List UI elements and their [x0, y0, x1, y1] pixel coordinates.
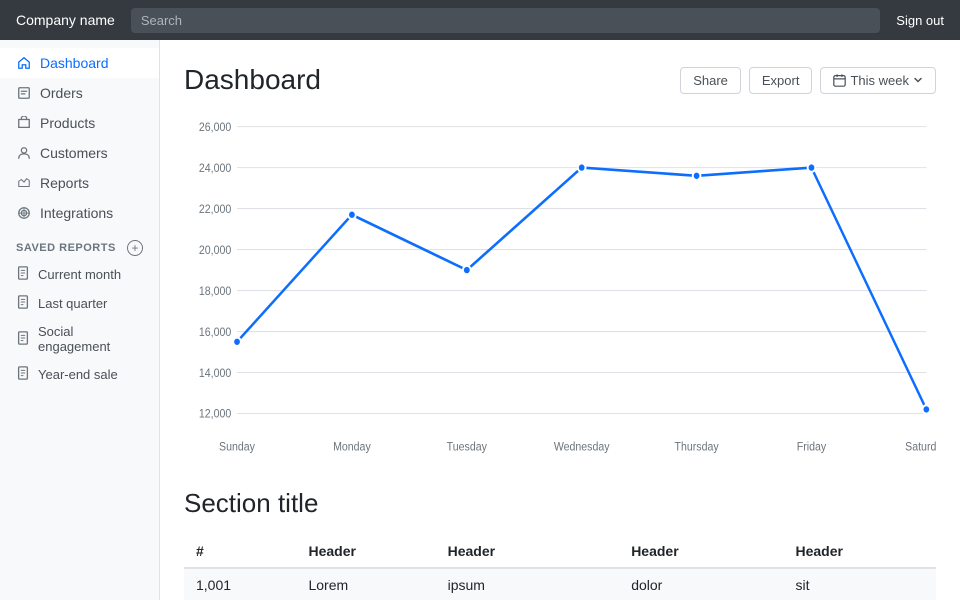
svg-text:Monday: Monday: [333, 441, 371, 454]
sidebar-item-products[interactable]: Products: [0, 108, 159, 138]
saved-report-label: Social engagement: [38, 324, 143, 354]
saved-reports-header: SAVED REPORTS +: [0, 228, 159, 260]
saved-report-current-month[interactable]: Current month: [0, 260, 159, 289]
saved-report-label: Year-end sale: [38, 367, 118, 382]
svg-text:26,000: 26,000: [199, 121, 231, 134]
document-icon: [16, 366, 30, 383]
customers-icon: [16, 145, 32, 161]
products-icon: [16, 115, 32, 131]
sidebar-item-integrations[interactable]: Integrations: [0, 198, 159, 228]
brand-logo: Company name: [16, 12, 115, 28]
integrations-icon: [16, 205, 32, 221]
sidebar-item-label: Products: [40, 115, 95, 131]
data-table: #HeaderHeaderHeaderHeader 1,001Loremipsu…: [184, 535, 936, 600]
sidebar-item-label: Integrations: [40, 205, 113, 221]
saved-report-label: Current month: [38, 267, 121, 282]
svg-text:Saturday: Saturday: [905, 441, 936, 454]
svg-text:Wednesday: Wednesday: [554, 441, 610, 454]
svg-text:Sunday: Sunday: [219, 441, 255, 454]
sidebar-item-label: Reports: [40, 175, 89, 191]
svg-text:24,000: 24,000: [199, 162, 231, 175]
add-saved-report-button[interactable]: +: [127, 240, 143, 256]
sidebar-item-reports[interactable]: Reports: [0, 168, 159, 198]
saved-report-label: Last quarter: [38, 296, 107, 311]
reports-icon: [16, 175, 32, 191]
home-icon: [16, 55, 32, 71]
svg-text:Tuesday: Tuesday: [447, 441, 488, 454]
table-cell: sit: [784, 568, 937, 600]
table-column-header: Header: [784, 535, 937, 568]
svg-text:16,000: 16,000: [199, 326, 231, 339]
table-cell: dolor: [619, 568, 783, 600]
main-content: Dashboard Share Export This week 12,0001…: [160, 40, 960, 600]
calendar-icon: [833, 74, 846, 87]
table-cell: ipsum: [436, 568, 620, 600]
orders-icon: [16, 85, 32, 101]
svg-text:14,000: 14,000: [199, 367, 231, 380]
sidebar-item-label: Dashboard: [40, 55, 109, 71]
svg-text:22,000: 22,000: [199, 203, 231, 216]
saved-report-year-end-sale[interactable]: Year-end sale: [0, 360, 159, 389]
svg-text:Friday: Friday: [797, 441, 827, 454]
table-column-header: Header: [436, 535, 620, 568]
page-header: Dashboard Share Export This week: [184, 64, 936, 96]
svg-text:20,000: 20,000: [199, 244, 231, 257]
document-icon: [16, 331, 30, 348]
table-body: 1,001Loremipsumdolorsit1,002ametconsecte…: [184, 568, 936, 600]
svg-text:Thursday: Thursday: [675, 441, 720, 454]
table-column-header: Header: [619, 535, 783, 568]
document-icon: [16, 266, 30, 283]
export-button[interactable]: Export: [749, 67, 813, 94]
table-cell: Lorem: [296, 568, 435, 600]
share-button[interactable]: Share: [680, 67, 741, 94]
table-cell: 1,001: [184, 568, 296, 600]
sidebar-item-label: Orders: [40, 85, 83, 101]
sidebar-item-dashboard[interactable]: Dashboard: [0, 48, 159, 78]
sidebar-item-customers[interactable]: Customers: [0, 138, 159, 168]
svg-text:18,000: 18,000: [199, 285, 231, 298]
svg-text:12,000: 12,000: [199, 408, 231, 421]
search-input[interactable]: [131, 8, 880, 33]
sidebar: Dashboard Orders Products Customers Reports I…: [0, 40, 160, 600]
sidebar-item-label: Customers: [40, 145, 108, 161]
document-icon: [16, 295, 30, 312]
table-column-header: Header: [296, 535, 435, 568]
section-title: Section title: [184, 488, 936, 519]
sidebar-item-orders[interactable]: Orders: [0, 78, 159, 108]
topbar: Company name Sign out: [0, 0, 960, 40]
table-row: 1,001Loremipsumdolorsit: [184, 568, 936, 600]
saved-report-last-quarter[interactable]: Last quarter: [0, 289, 159, 318]
table-column-header: #: [184, 535, 296, 568]
date-range-button[interactable]: This week: [820, 67, 936, 94]
saved-reports-label: SAVED REPORTS: [16, 242, 116, 254]
header-actions: Share Export This week: [680, 67, 936, 94]
signout-button[interactable]: Sign out: [896, 13, 944, 28]
layout: Dashboard Orders Products Customers Reports I…: [0, 40, 960, 600]
page-title: Dashboard: [184, 64, 321, 96]
chevron-down-icon: [913, 75, 923, 85]
chart-container: 12,000 14,000 16,000 18,000 20,000 22,000 24,0…: [184, 116, 936, 456]
line-chart: 12,000 14,000 16,000 18,000 20,000 22,000 24,0…: [184, 116, 936, 456]
saved-report-social-engagement[interactable]: Social engagement: [0, 318, 159, 360]
table-header: #HeaderHeaderHeaderHeader: [184, 535, 936, 568]
